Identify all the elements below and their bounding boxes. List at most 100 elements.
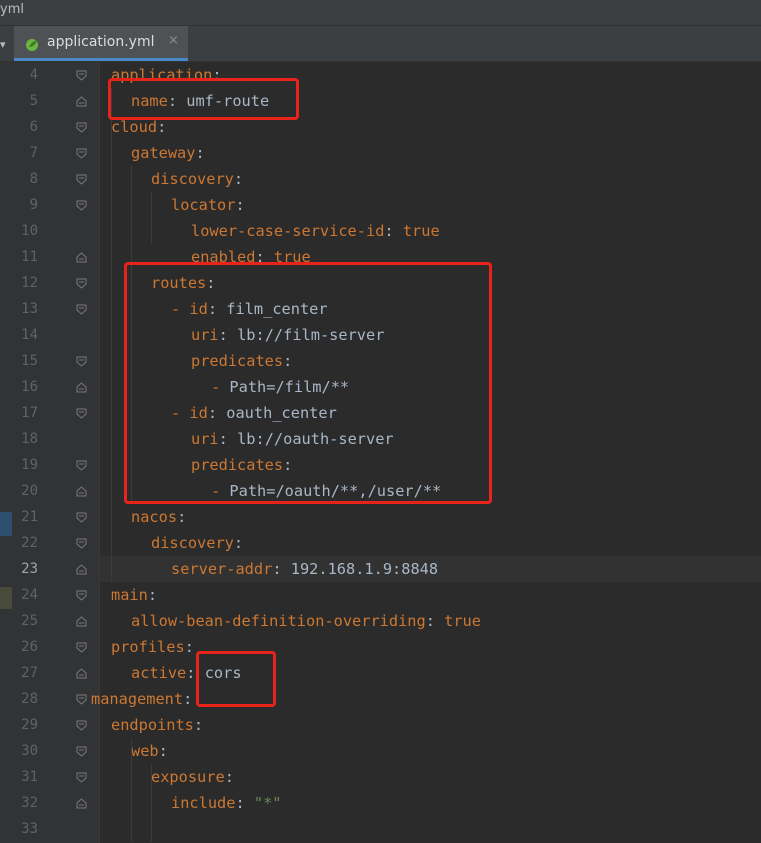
fold-open-icon[interactable] <box>76 590 87 601</box>
line-number: 5 <box>29 93 38 109</box>
line-number: 9 <box>29 197 38 213</box>
line-number: 17 <box>21 405 38 421</box>
left-tool-strip <box>0 62 12 843</box>
fold-open-icon[interactable] <box>76 174 87 185</box>
code-line[interactable]: management: <box>91 686 192 712</box>
tab-application-yml[interactable]: application.yml × <box>14 26 188 61</box>
line-number: 24 <box>21 587 38 603</box>
line-number: 7 <box>29 145 38 161</box>
line-number: 19 <box>21 457 38 473</box>
line-number: 18 <box>21 431 38 447</box>
fold-open-icon[interactable] <box>76 200 87 211</box>
indent-guide <box>131 738 132 842</box>
fold-close-icon[interactable] <box>76 668 87 679</box>
line-number: 32 <box>21 795 38 811</box>
yaml-separator: : <box>158 742 168 760</box>
code-line[interactable]: web: <box>131 738 168 764</box>
code-line[interactable]: allow-bean-definition-overriding: true <box>131 608 481 634</box>
indent-guide <box>151 192 152 244</box>
yaml-separator: : <box>235 196 245 214</box>
fold-open-icon[interactable] <box>76 642 87 653</box>
line-number: 29 <box>21 717 38 733</box>
fold-close-icon[interactable] <box>76 96 87 107</box>
code-line[interactable]: endpoints: <box>111 712 203 738</box>
tab-list-arrow-icon[interactable]: ▾ <box>0 38 6 51</box>
yaml-separator: : <box>224 768 234 786</box>
fold-open-icon[interactable] <box>76 278 87 289</box>
yaml-key: profiles <box>111 638 185 656</box>
line-number: 10 <box>21 223 38 239</box>
line-number: 20 <box>21 483 38 499</box>
code-line[interactable]: discovery: <box>151 530 243 556</box>
yaml-separator: : <box>177 508 187 526</box>
code-line[interactable]: nacos: <box>131 504 186 530</box>
yaml-key: cloud <box>111 118 158 136</box>
yaml-key: locator <box>171 196 236 214</box>
yaml-separator: : <box>147 586 158 604</box>
tab-close-icon[interactable]: × <box>168 33 179 48</box>
yaml-separator: : <box>195 144 205 162</box>
code-line[interactable]: profiles: <box>111 634 194 660</box>
fold-open-icon[interactable] <box>76 408 87 419</box>
fold-open-icon[interactable] <box>76 304 87 315</box>
fold-close-icon[interactable] <box>76 564 87 575</box>
line-number: 13 <box>21 301 38 317</box>
yaml-separator: : <box>384 222 403 240</box>
line-number: 16 <box>21 379 38 395</box>
fold-close-icon[interactable] <box>76 616 87 627</box>
yaml-separator: : <box>233 534 244 552</box>
fold-close-icon[interactable] <box>76 382 87 393</box>
fold-close-icon[interactable] <box>76 798 87 809</box>
code-line[interactable]: locator: <box>171 192 245 218</box>
fold-open-icon[interactable] <box>76 772 87 783</box>
yaml-key: nacos <box>131 508 178 526</box>
fold-open-icon[interactable] <box>76 746 87 757</box>
fold-open-icon[interactable] <box>76 694 87 705</box>
code-line[interactable]: main: <box>111 582 157 608</box>
line-number: 4 <box>29 67 38 83</box>
yaml-separator: : <box>425 612 445 630</box>
code-line[interactable]: server-addr: 192.168.1.9:8848 <box>171 556 438 582</box>
line-number: 21 <box>21 509 38 525</box>
yaml-separator: : <box>157 118 167 136</box>
yaml-separator: : <box>235 794 254 812</box>
code-line[interactable]: include: "*" <box>171 790 282 816</box>
yaml-key: web <box>131 742 159 760</box>
yaml-key: exposure <box>151 768 225 786</box>
line-number: 11 <box>21 249 38 265</box>
strip-marker <box>0 512 12 536</box>
fold-open-icon[interactable] <box>76 538 87 549</box>
yaml-value: "*" <box>253 794 282 812</box>
tab-label: application.yml <box>47 34 155 50</box>
fold-close-icon[interactable] <box>76 486 87 497</box>
yaml-separator: : <box>193 716 204 734</box>
yaml-key: management <box>91 690 184 708</box>
yaml-key: main <box>111 586 148 604</box>
line-number: 6 <box>29 119 38 135</box>
fold-open-icon[interactable] <box>76 70 87 81</box>
fold-close-icon[interactable] <box>76 252 87 263</box>
code-line[interactable]: lower-case-service-id: true <box>191 218 440 244</box>
fold-open-icon[interactable] <box>76 356 87 367</box>
indent-guide <box>151 764 152 842</box>
fold-open-icon[interactable] <box>76 720 87 731</box>
line-number: 25 <box>21 613 38 629</box>
line-number: 28 <box>21 691 38 707</box>
yaml-key: discovery <box>151 170 234 188</box>
line-number: 15 <box>21 353 38 369</box>
code-line[interactable]: exposure: <box>151 764 234 790</box>
window-title-bar: yml <box>0 0 761 26</box>
highlight-box-app-name <box>108 78 299 120</box>
yaml-value: 192.168.1.9:8848 <box>290 560 439 578</box>
yaml-key: include <box>171 794 236 812</box>
fold-open-icon[interactable] <box>76 148 87 159</box>
fold-open-icon[interactable] <box>76 460 87 471</box>
indent-guide <box>111 88 112 582</box>
code-line[interactable]: gateway: <box>131 140 205 166</box>
line-number: 31 <box>21 769 38 785</box>
fold-open-icon[interactable] <box>76 512 87 523</box>
highlight-box-profile <box>196 651 276 707</box>
code-line[interactable]: discovery: <box>151 166 243 192</box>
yaml-separator: : <box>183 690 193 708</box>
fold-open-icon[interactable] <box>76 122 87 133</box>
